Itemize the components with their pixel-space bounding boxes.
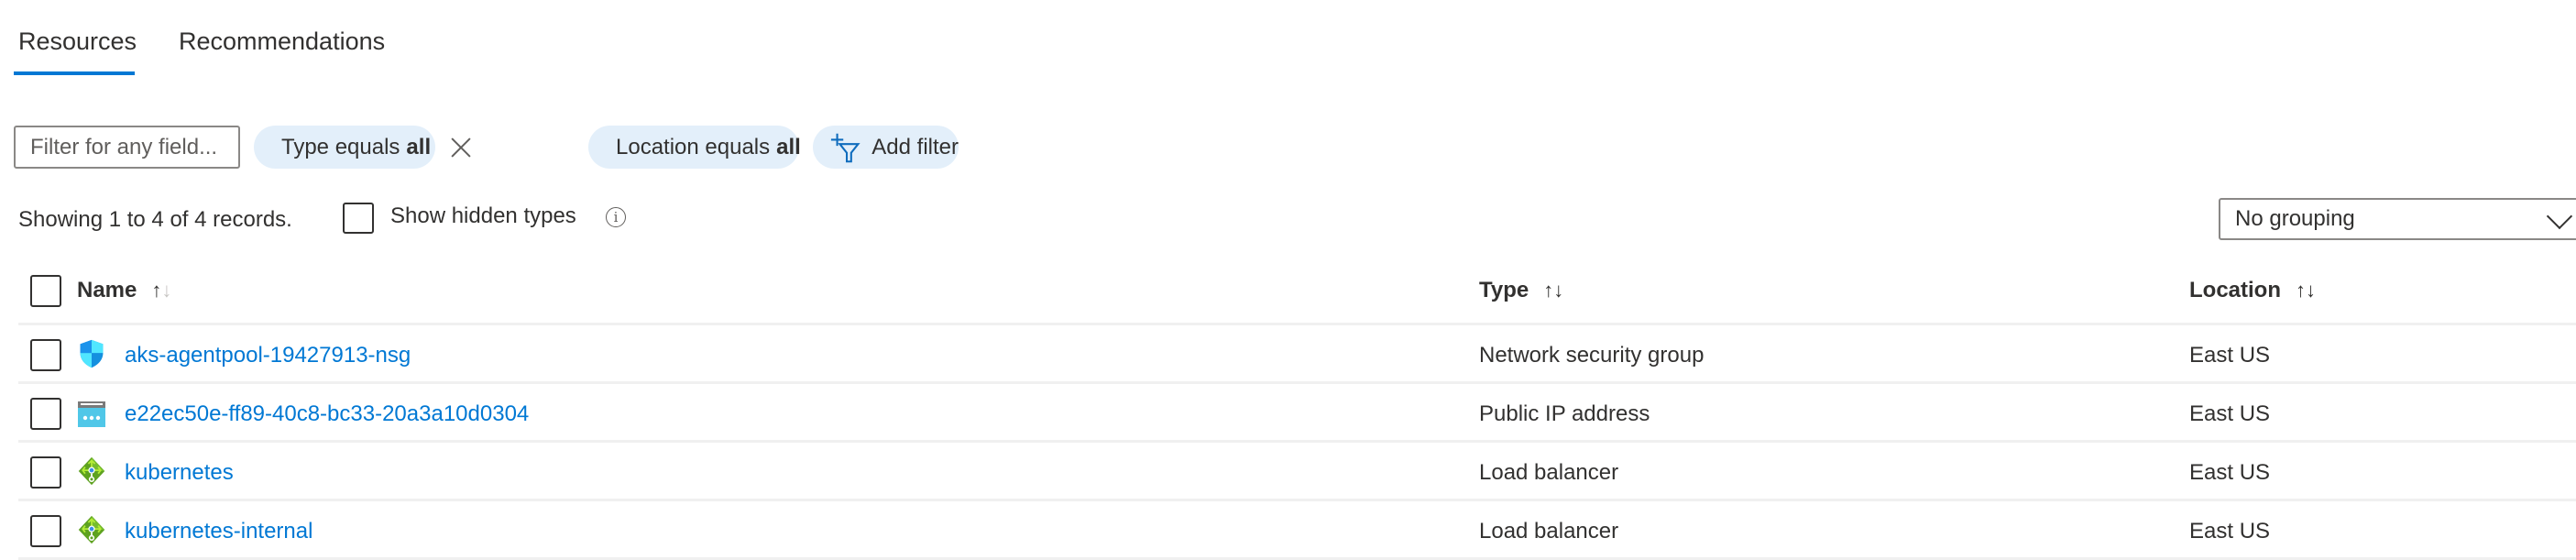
tab-resources[interactable]: Resources — [18, 27, 137, 56]
resource-name-link[interactable]: aks-agentpool-19427913-nsg — [125, 343, 411, 368]
resource-type: Network security group — [1479, 343, 1705, 368]
row-divider — [18, 499, 2576, 501]
column-header-type[interactable]: Type ↑↓ — [1479, 278, 1563, 303]
resource-name-link[interactable]: kubernetes-internal — [125, 519, 312, 544]
records-count-text: Showing 1 to 4 of 4 records. — [18, 207, 292, 232]
grouping-dropdown[interactable]: No grouping — [2219, 198, 2576, 240]
load-balancer-icon — [78, 515, 105, 544]
add-filter-label: Add filter — [871, 134, 959, 159]
type-filter-pill[interactable]: Type equals all — [254, 126, 435, 169]
type-filter-label: Type equals — [281, 134, 400, 159]
column-header-location[interactable]: Location ↑↓ — [2189, 278, 2316, 303]
show-hidden-types-checkbox[interactable] — [343, 203, 374, 234]
column-header-type-label: Type — [1479, 278, 1529, 302]
location-filter-value: all — [776, 134, 801, 159]
grouping-selected: No grouping — [2235, 206, 2355, 231]
row-divider — [18, 440, 2576, 443]
resource-name-link[interactable]: kubernetes — [125, 460, 234, 486]
show-hidden-types-label: Show hidden types — [390, 203, 576, 228]
add-filter-button[interactable]: Add filter — [813, 126, 959, 169]
column-header-location-label: Location — [2189, 278, 2281, 302]
resource-location: East US — [2189, 343, 2271, 368]
row-checkbox[interactable] — [30, 339, 61, 371]
resource-type: Public IP address — [1479, 401, 1650, 426]
resource-location: East US — [2189, 460, 2271, 485]
network-security-group-icon — [80, 339, 104, 368]
location-filter-label: Location equals — [616, 134, 771, 159]
row-divider — [18, 381, 2576, 384]
header-divider — [18, 323, 2576, 325]
resource-location: East US — [2189, 401, 2271, 426]
location-filter-pill[interactable]: Location equals all — [588, 126, 801, 169]
type-filter-value: all — [406, 134, 432, 159]
select-all-checkbox[interactable] — [30, 275, 61, 307]
load-balancer-icon — [78, 456, 105, 486]
row-checkbox[interactable] — [30, 515, 61, 547]
resource-type: Load balancer — [1479, 519, 1619, 544]
sort-ascending-icon[interactable]: ↑↓ — [151, 279, 171, 302]
tab-recommendations[interactable]: Recommendations — [179, 27, 385, 56]
filter-input[interactable] — [14, 126, 240, 169]
row-checkbox[interactable] — [30, 456, 61, 489]
add-filter-icon — [830, 133, 860, 162]
chevron-down-icon — [2546, 203, 2573, 230]
active-tab-indicator — [14, 71, 135, 75]
column-header-name-label: Name — [77, 278, 137, 302]
column-header-name[interactable]: Name ↑↓ — [77, 278, 171, 303]
resource-type: Load balancer — [1479, 460, 1619, 485]
resource-name-link[interactable]: e22ec50e-ff89-40c8-bc33-20a3a10d0304 — [125, 401, 529, 427]
resource-location: East US — [2189, 519, 2271, 544]
public-ip-address-icon — [78, 401, 105, 427]
sort-icon[interactable]: ↑↓ — [2296, 279, 2316, 302]
sort-icon[interactable]: ↑↓ — [1543, 279, 1563, 302]
info-icon[interactable]: i — [606, 207, 626, 227]
row-checkbox[interactable] — [30, 398, 61, 430]
